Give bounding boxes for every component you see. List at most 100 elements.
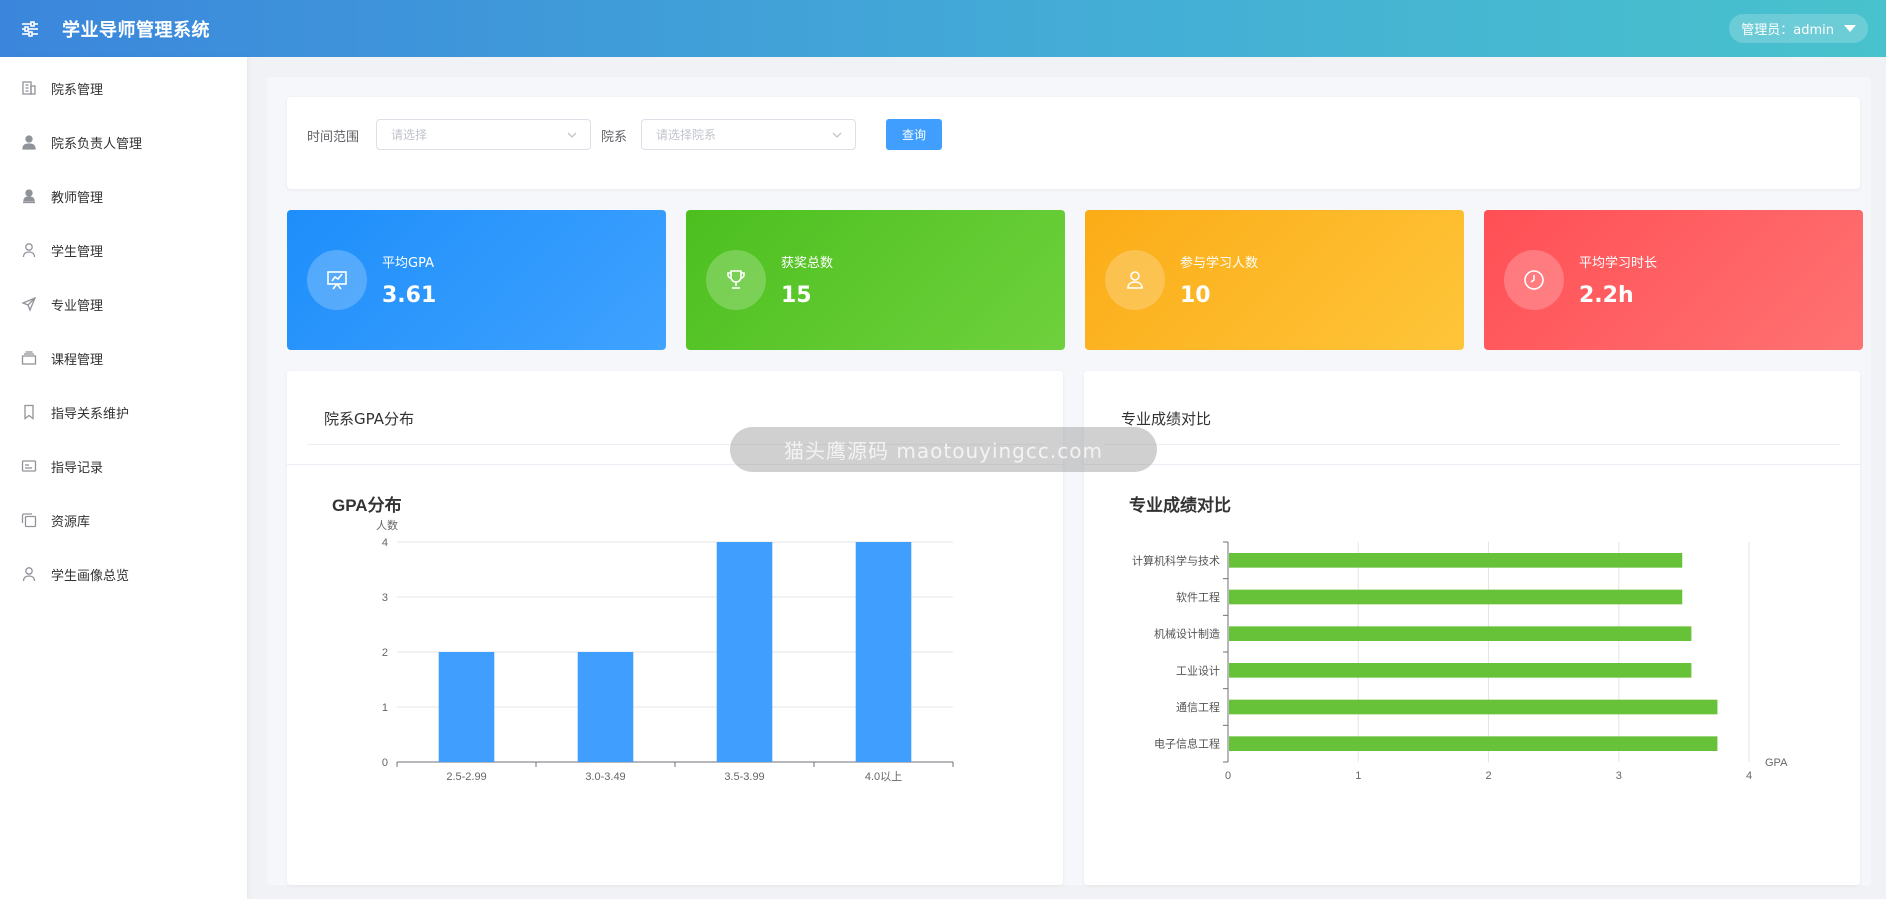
bar [716,542,773,762]
stat-label: 平均GPA [382,256,434,271]
watermark: 猫头鹰源码 maotouyingcc.com [730,427,1157,472]
time-range-placeholder: 请选择 [391,128,428,142]
clock-icon [1504,250,1564,310]
department-select[interactable]: 请选择院系 [641,119,856,150]
sidebar-item-courses[interactable]: 课程管理 [0,331,247,385]
sidebar-item-label: 教师管理 [51,190,104,206]
stat-card-awards: 获奖总数 15 [686,210,1065,350]
user-menu[interactable]: 管理员：admin [1729,14,1868,43]
user-filled-icon [20,133,38,151]
teacher-icon [20,187,38,205]
box-icon [20,349,38,367]
bar [577,652,634,762]
bookmark-icon [20,403,38,421]
building-icon [20,79,38,97]
sidebar-item-dept-heads[interactable]: 院系负责人管理 [0,115,247,169]
chart-title: 专业成绩对比 [1129,495,1231,515]
stat-card-study-time: 平均学习时长 2.2h [1484,210,1863,350]
query-button[interactable]: 查询 [886,119,942,150]
y-tick-label: 通信工程 [1176,701,1220,714]
department-placeholder: 请选择院系 [656,128,717,142]
bar [855,542,912,762]
x-tick-label: 2 [1485,770,1491,782]
sidebar-item-teachers[interactable]: 教师管理 [0,169,247,223]
time-range-select[interactable]: 请选择 [376,119,591,150]
x-tick-label: 4 [1746,770,1752,782]
stat-value: 2.2h [1579,283,1634,308]
y-tick-label: 计算机科学与技术 [1132,553,1220,567]
x-tick-label: 2.5-2.99 [446,771,486,783]
x-tick-label: 3.5-3.99 [724,771,764,783]
bar [1229,553,1683,568]
sidebar-item-students[interactable]: 学生管理 [0,223,247,277]
bar [1229,589,1683,605]
sidebar-item-label: 院系负责人管理 [51,136,143,152]
x-tick-label: 1 [1355,770,1361,782]
sidebar-item-student-profiles[interactable]: 学生画像总览 [0,547,247,601]
bar [438,652,495,762]
user-label: 管理员：admin [1741,23,1834,38]
y-tick-label: 2 [382,647,388,659]
sliders-icon[interactable] [16,15,44,43]
y-tick-label: 工业设计 [1176,664,1220,677]
stat-label: 平均学习时长 [1579,256,1658,271]
chevron-down-icon [566,129,578,144]
stat-label: 获奖总数 [781,256,834,271]
user-icon [1105,250,1165,310]
time-range-label: 时间范围 [307,130,360,145]
y-tick-label: 3 [382,592,388,604]
chevron-down-icon [831,129,843,144]
user-icon [20,241,38,259]
sidebar-item-label: 专业管理 [51,298,104,314]
x-tick-label: 4.0以上 [865,770,902,783]
top-header: 学业导师管理系统 管理员：admin [0,0,1886,57]
stat-value: 3.61 [382,283,437,308]
stat-value: 15 [781,283,812,308]
main-content: 时间范围 请选择 院系 请选择院系 查询 平均GPA 3.61 获奖总数 15 [267,77,1871,885]
stat-label: 参与学习人数 [1180,256,1259,271]
sidebar-item-label: 资源库 [51,514,91,530]
user-icon [20,565,38,583]
x-tick-label: 0 [1225,770,1231,782]
major-hbar-chart: 专业成绩对比 0 1 2 3 4 GPA 电子信息工程 通信工程 工业设计 机械设计制造 软件工程 计算… [1129,495,1788,782]
bar [1229,663,1692,678]
y-tick-label: 0 [382,757,388,769]
sidebar-item-guidance-relations[interactable]: 指导关系维护 [0,385,247,439]
chart-title: GPA分布 [332,495,402,515]
department-label: 院系 [601,130,628,145]
sidebar-item-label: 指导关系维护 [51,406,130,422]
stat-value: 10 [1180,283,1211,308]
sidebar: 院系管理 院系负责人管理 教师管理 学生管理 专业管理 课程管理 指导关系维护 … [0,57,247,899]
send-icon [20,295,38,313]
y-tick-label: 1 [382,702,388,714]
y-tick-label: 4 [382,537,388,549]
caret-down-icon [1844,25,1856,32]
y-tick-label: 软件工程 [1176,590,1220,604]
x-tick-label: 3.0-3.49 [585,771,625,783]
filter-bar: 时间范围 请选择 院系 请选择院系 查询 [287,97,1860,189]
sidebar-item-departments[interactable]: 院系管理 [0,61,247,115]
stat-card-avg-gpa: 平均GPA 3.61 [287,210,666,350]
major-comparison-card: 专业成绩对比 专业成绩对比 0 1 2 3 4 GPA 电子信息工程 通信工程 工业设计 机械设计制… [1084,371,1860,885]
bar [1229,626,1692,641]
bar [1229,699,1718,715]
card-icon [20,457,38,475]
y-tick-label: 机械设计制造 [1154,627,1220,641]
sidebar-item-label: 学生画像总览 [51,568,130,584]
x-axis-label: GPA [1765,757,1788,769]
stat-card-learners: 参与学习人数 10 [1085,210,1464,350]
sidebar-item-label: 学生管理 [51,244,104,260]
y-tick-label: 电子信息工程 [1154,737,1220,751]
sidebar-item-label: 课程管理 [51,352,104,368]
sidebar-item-resources[interactable]: 资源库 [0,493,247,547]
x-tick-label: 3 [1616,770,1622,782]
trophy-icon [706,250,766,310]
sidebar-item-guidance-records[interactable]: 指导记录 [0,439,247,493]
y-axis-label: 人数 [376,519,398,532]
presentation-icon [307,250,367,310]
copy-icon [20,511,38,529]
sidebar-item-label: 院系管理 [51,82,104,98]
app-title: 学业导师管理系统 [62,19,210,41]
sidebar-item-majors[interactable]: 专业管理 [0,277,247,331]
sidebar-item-label: 指导记录 [51,460,104,476]
